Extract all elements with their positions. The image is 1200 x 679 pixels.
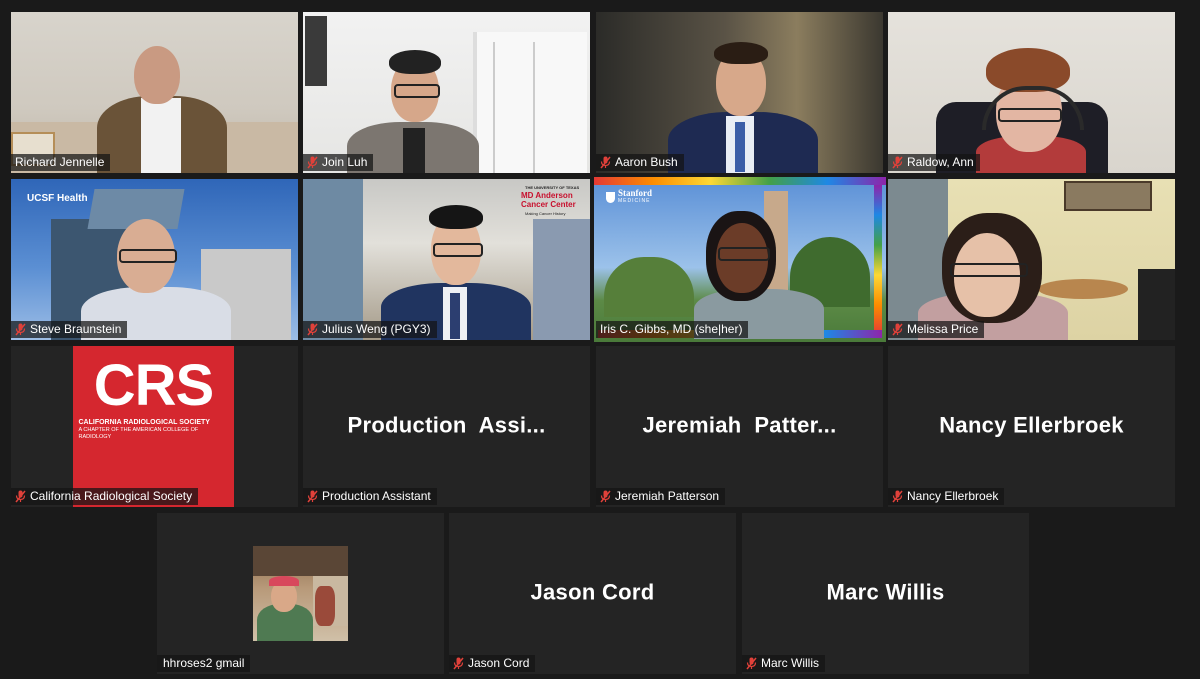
stanford-medicine-logo: Stanford MEDICINE (606, 189, 652, 205)
participant-name: Marc Willis (761, 656, 819, 670)
video-tile-join-luh[interactable]: Join Luh (303, 12, 590, 173)
glasses-icon (718, 247, 770, 261)
video-feed (888, 12, 1175, 173)
video-tile-production-assistant[interactable]: Production Assi... Production Assistant (303, 346, 590, 507)
participant-name: Jeremiah Patterson (615, 489, 720, 503)
microphone-muted-icon (15, 490, 26, 503)
crs-org-subtitle: A CHAPTER OF THE AMERICAN COLLEGE OF RAD… (78, 427, 199, 440)
participant-name: Jason Cord (468, 656, 530, 670)
participant-display-name: Nancy Ellerbroek (939, 412, 1124, 438)
microphone-muted-icon (307, 490, 318, 503)
microphone-muted-icon (600, 490, 611, 503)
microphone-muted-icon (892, 156, 903, 169)
participant-name-tag: Join Luh (303, 154, 374, 171)
participant-name: Aaron Bush (615, 155, 678, 169)
video-tile-hhroses2-gmail[interactable]: hhroses2 gmail (157, 513, 444, 674)
video-tile-julius-weng[interactable]: THE UNIVERSITY OF TEXAS MD Anderson Canc… (303, 179, 590, 340)
video-tile-richard-jennelle[interactable]: Richard Jennelle (11, 12, 298, 173)
video-tile-jeremiah-patterson[interactable]: Jeremiah Patter... Jeremiah Patterson (596, 346, 883, 507)
participant-display-name: Jason Cord (530, 579, 655, 605)
video-feed (11, 12, 298, 173)
microphone-muted-icon (307, 323, 318, 336)
video-tile-iris-gibbs[interactable]: Stanford MEDICINE Iris C. Gibbs, MD (she… (594, 177, 886, 342)
microphone-muted-icon (307, 156, 318, 169)
microphone-muted-icon (892, 490, 903, 503)
video-tile-california-radiological-society[interactable]: CRS CALIFORNIA RADIOLOGICAL SOCIETY A CH… (11, 346, 298, 507)
participant-name-tag: California Radiological Society (11, 488, 199, 505)
participant-name-tag: Raldow, Ann (888, 154, 980, 171)
glasses-icon (119, 249, 177, 263)
participant-display-name: Marc Willis (826, 579, 945, 605)
glasses-icon (394, 84, 440, 98)
participant-name-tag: Iris C. Gibbs, MD (she|her) (596, 321, 749, 338)
participant-name: hhroses2 gmail (163, 656, 245, 670)
crs-logo-text: CRS (93, 353, 214, 418)
participant-display-name: Production Assi... (347, 412, 546, 438)
video-tile-aaron-bush[interactable]: Aaron Bush (596, 12, 883, 173)
participant-name-tag: hhroses2 gmail (157, 655, 251, 672)
microphone-muted-icon (892, 323, 903, 336)
microphone-muted-icon (15, 323, 26, 336)
participant-name: Production Assistant (322, 489, 431, 503)
video-feed (596, 12, 883, 173)
participant-name-tag: Jason Cord (449, 655, 536, 672)
participant-name-tag: Jeremiah Patterson (596, 488, 726, 505)
participant-name-tag: Melissa Price (888, 321, 985, 338)
video-tile-melissa-price[interactable]: Melissa Price (888, 179, 1175, 340)
video-feed (303, 12, 590, 173)
microphone-muted-icon (746, 657, 757, 670)
profile-photo (253, 546, 348, 641)
participant-name: Iris C. Gibbs, MD (she|her) (600, 322, 743, 336)
participant-name: Richard Jennelle (15, 155, 105, 169)
participant-name: Julius Weng (PGY3) (322, 322, 431, 336)
participant-name-tag: Aaron Bush (596, 154, 684, 171)
participant-name-tag: Richard Jennelle (11, 154, 111, 171)
microphone-muted-icon (453, 657, 464, 670)
video-tile-marc-willis[interactable]: Marc Willis Marc Willis (742, 513, 1029, 674)
md-anderson-tagline: Making Cancer History (525, 211, 566, 216)
participant-name-tag: Marc Willis (742, 655, 825, 672)
video-feed (888, 179, 1175, 340)
md-anderson-top-text: THE UNIVERSITY OF TEXAS (525, 185, 580, 190)
participant-display-name: Jeremiah Patter... (642, 412, 837, 438)
glasses-icon (433, 243, 483, 257)
participant-name-tag: Nancy Ellerbroek (888, 488, 1005, 505)
participant-name: Steve Braunstein (30, 322, 122, 336)
video-tile-jason-cord[interactable]: Jason Cord Jason Cord (449, 513, 736, 674)
participant-name: California Radiological Society (30, 489, 193, 503)
participant-name-tag: Julius Weng (PGY3) (303, 321, 437, 338)
participant-name-tag: Steve Braunstein (11, 321, 128, 338)
shield-icon (606, 191, 615, 203)
crs-logo-card: CRS CALIFORNIA RADIOLOGICAL SOCIETY A CH… (73, 346, 234, 507)
glasses-icon (950, 263, 1028, 277)
participant-name: Melissa Price (907, 322, 979, 336)
video-tile-steve-braunstein[interactable]: UCSF Health Steve Braunstein (11, 179, 298, 340)
md-anderson-logo: MD Anderson Cancer Center (521, 191, 576, 209)
participant-name: Raldow, Ann (907, 155, 974, 169)
participant-name-tag: Production Assistant (303, 488, 437, 505)
crs-org-name: CALIFORNIA RADIOLOGICAL SOCIETY (78, 419, 210, 426)
microphone-muted-icon (600, 156, 611, 169)
ucsf-health-logo: UCSF Health (27, 193, 88, 204)
participant-name: Join Luh (322, 155, 368, 169)
video-tile-nancy-ellerbroek[interactable]: Nancy Ellerbroek Nancy Ellerbroek (888, 346, 1175, 507)
video-tile-raldow-ann[interactable]: Raldow, Ann (888, 12, 1175, 173)
participant-name: Nancy Ellerbroek (907, 489, 999, 503)
